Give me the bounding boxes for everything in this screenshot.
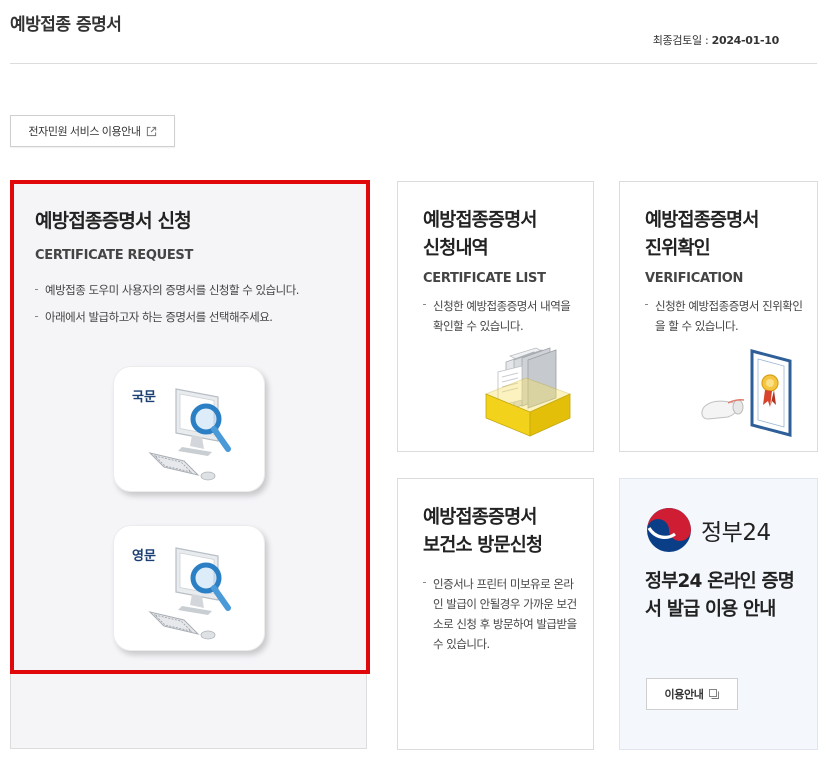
gov24-logo: 정부24 <box>645 506 771 554</box>
computer-magnifier-icon <box>148 388 231 481</box>
gov24-guide-button[interactable]: 이용안내 <box>646 678 738 710</box>
verify-card-title-line1: 예방접종증명서 <box>645 210 759 231</box>
certificate-list-card[interactable]: 예방접종증명서 신청내역 CERTIFICATE LIST 신청한 예방접종증명… <box>397 181 594 452</box>
list-card-title-line1: 예방접종증명서 <box>423 210 537 231</box>
verify-card-title: 예방접종증명서 진위확인 <box>645 207 805 263</box>
review-date: 최종검토일 : 2024-01-10 <box>652 32 780 48</box>
verify-card-subtitle: VERIFICATION <box>645 270 744 286</box>
list-card-bullets: 신청한 예방접종증명서 내역을 확인할 수 있습니다. <box>423 296 581 336</box>
guide-button-label: 전자민원 서비스 이용안내 <box>28 126 141 138</box>
page-title: 예방접종 증명서 <box>10 15 122 35</box>
request-card-bullets: 예방접종 도우미 사용자의 증명서를 신청할 수 있습니다. 아래에서 발급하고… <box>35 281 346 327</box>
verify-card-bullets: 신청한 예방접종증명서 진위확인을 할 수 있습니다. <box>645 296 805 336</box>
list-item: 예방접종 도우미 사용자의 증명서를 신청할 수 있습니다. <box>35 281 346 299</box>
gov24-guide-button-label: 이용안내 <box>664 689 704 701</box>
computer-magnifier-icon <box>148 547 231 640</box>
list-item: 아래에서 발급하고자 하는 증명서를 선택해주세요. <box>35 308 346 326</box>
korean-certificate-button[interactable]: 국문 <box>113 366 265 492</box>
gov24-card: 정부24 정부24 온라인 증명서 발급 이용 안내 이용안내 <box>619 478 818 750</box>
visit-card-title: 예방접종증명서 보건소 방문신청 <box>423 504 581 560</box>
review-date-value: 2024-01-10 <box>711 34 780 47</box>
visit-card-title-line1: 예방접종증명서 <box>423 507 537 528</box>
request-card-subtitle: CERTIFICATE REQUEST <box>35 247 194 263</box>
gov24-logo-text: 정부24 <box>701 520 771 546</box>
list-card-subtitle: CERTIFICATE LIST <box>423 270 546 286</box>
visit-card-bullets: 인증서나 프린터 미보유로 온라인 발급이 안될경우 가까운 보건소로 신청 후… <box>423 574 581 655</box>
visit-card-title-line2: 보건소 방문신청 <box>423 534 543 556</box>
external-link-icon <box>146 126 156 136</box>
header-divider <box>10 63 817 64</box>
gov24-card-title: 정부24 온라인 증명서 발급 이용 안내 <box>645 571 795 620</box>
certificate-icon <box>701 349 792 437</box>
list-card-title: 예방접종증명서 신청내역 <box>423 207 581 263</box>
verification-card[interactable]: 예방접종증명서 진위확인 VERIFICATION 신청한 예방접종증명서 진위… <box>619 181 818 452</box>
english-certificate-button[interactable]: 영문 <box>113 525 265 651</box>
document-box-icon <box>484 347 572 437</box>
verify-card-title-line2: 진위확인 <box>645 237 711 259</box>
request-card-title: 예방접종증명서 신청 <box>35 210 192 232</box>
list-item: 신청한 예방접종증명서 진위확인을 할 수 있습니다. <box>645 296 805 336</box>
review-date-label: 최종검토일 : <box>652 34 712 47</box>
list-card-title-line2: 신청내역 <box>423 237 489 259</box>
certificate-request-card: 예방접종증명서 신청 CERTIFICATE REQUEST 예방접종 도우미 … <box>10 181 367 749</box>
list-item: 인증서나 프린터 미보유로 온라인 발급이 안될경우 가까운 보건소로 신청 후… <box>423 574 581 655</box>
health-center-visit-card[interactable]: 예방접종증명서 보건소 방문신청 인증서나 프린터 미보유로 온라인 발급이 안… <box>397 478 594 750</box>
e-civil-service-guide-button[interactable]: 전자민원 서비스 이용안내 <box>10 115 175 147</box>
taegeuk-icon <box>647 508 691 552</box>
new-window-icon <box>709 689 720 699</box>
list-item: 신청한 예방접종증명서 내역을 확인할 수 있습니다. <box>423 296 581 336</box>
